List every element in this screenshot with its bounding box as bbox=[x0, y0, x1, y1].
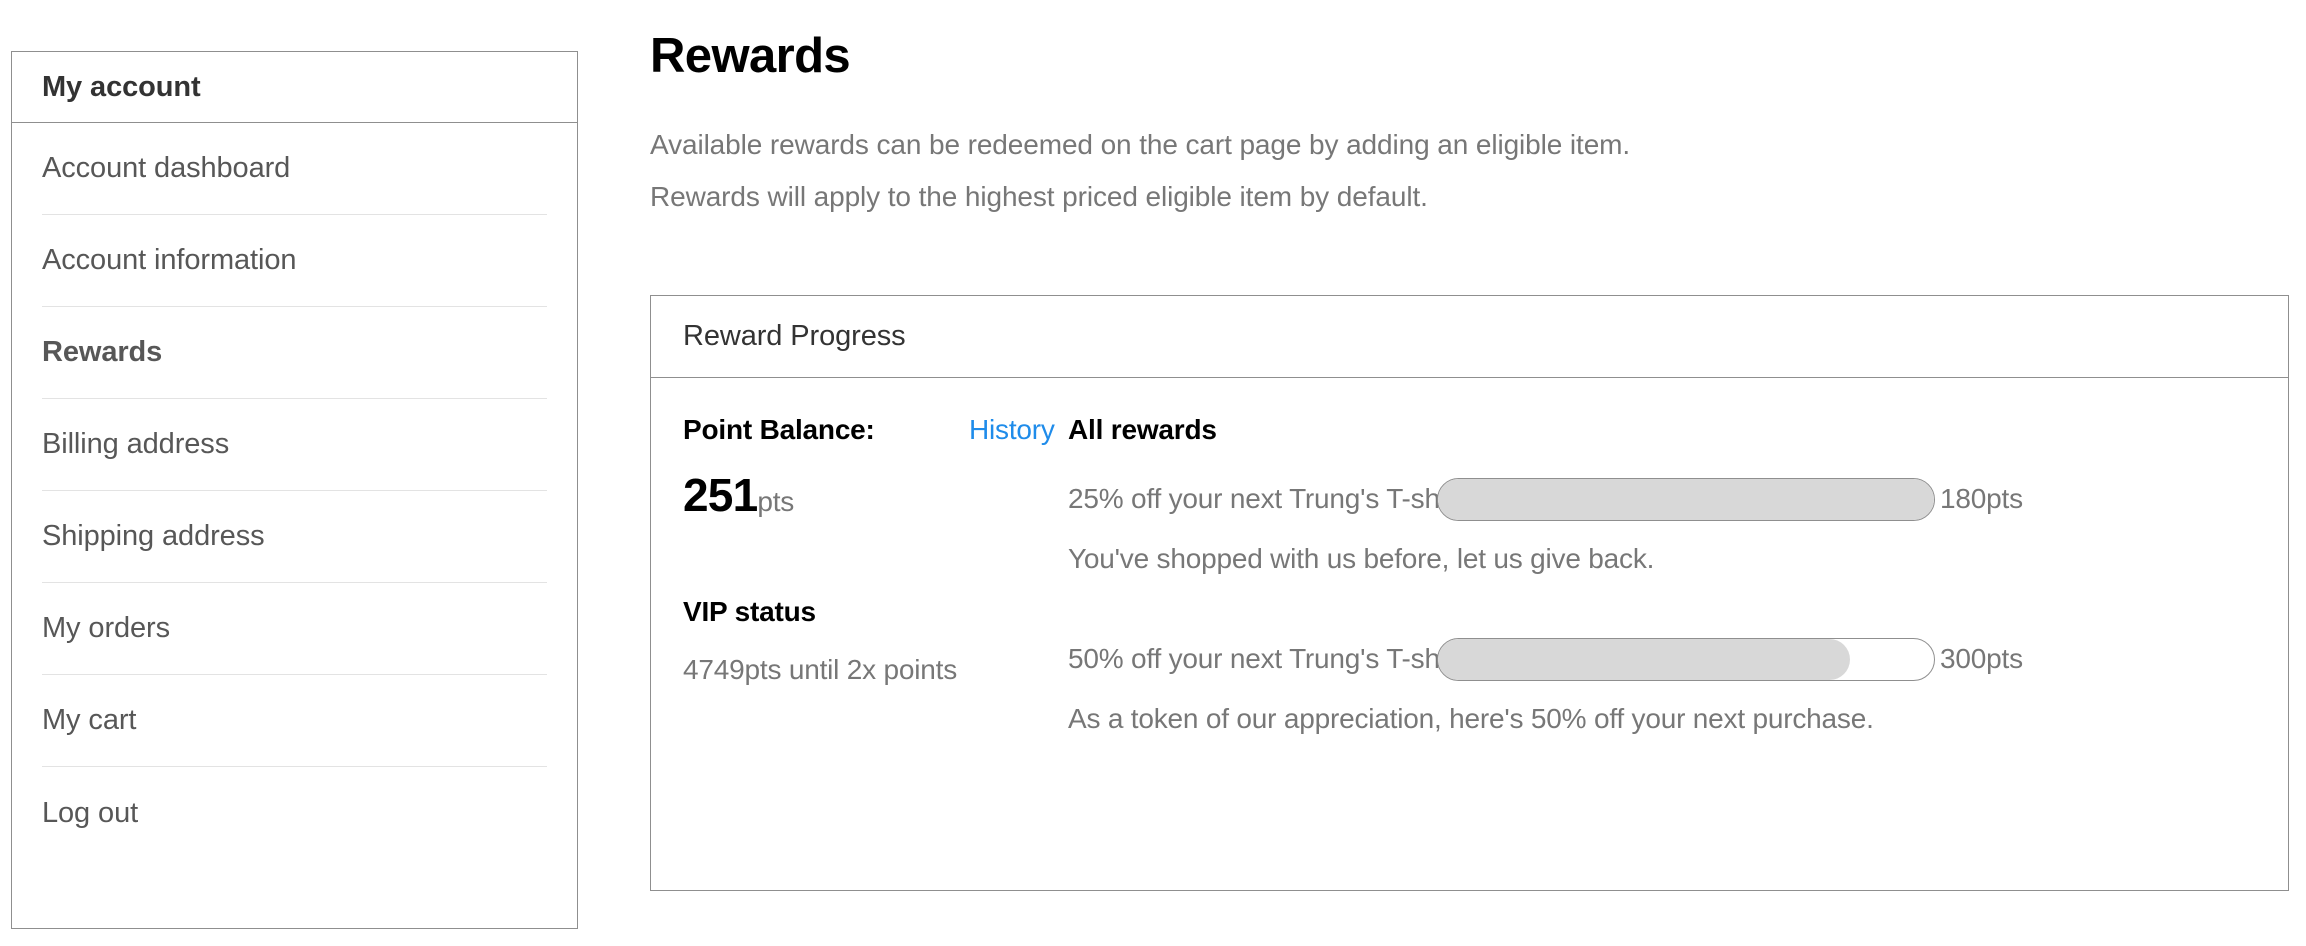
sidebar-item-my-orders[interactable]: My orders bbox=[42, 583, 547, 675]
sidebar-item-label: Account dashboard bbox=[42, 152, 291, 184]
all-rewards-column: All rewards 25% off your next Trung's T-… bbox=[1068, 378, 2288, 735]
sidebar-nav: Account dashboard Account information Re… bbox=[12, 123, 577, 859]
reward-progress-bar[interactable] bbox=[1437, 477, 1935, 521]
reward-points-label: 300pts bbox=[1940, 643, 2023, 674]
reward-item-main: 50% off your next Trung's T-shirt! 300pt… bbox=[1068, 637, 2288, 681]
vip-status-title: VIP status bbox=[683, 596, 816, 627]
all-rewards-label: All rewards bbox=[1068, 414, 1217, 445]
sidebar-item-account-information[interactable]: Account information bbox=[42, 215, 547, 307]
reward-progress-header: Reward Progress bbox=[651, 296, 2288, 378]
sidebar-item-shipping-address[interactable]: Shipping address bbox=[42, 491, 547, 583]
sidebar-item-label: Log out bbox=[42, 796, 139, 829]
reward-points-label: 180pts bbox=[1940, 483, 2023, 514]
sidebar-item-label: Shipping address bbox=[42, 520, 265, 552]
reward-item-name: 50% off your next Trung's T-shirt! bbox=[1068, 643, 1471, 674]
reward-progress-panel: Reward Progress Point Balance: 251pts VI… bbox=[650, 295, 2289, 891]
reward-progress-fill bbox=[1438, 638, 1850, 680]
sidebar-item-label: My orders bbox=[42, 612, 171, 644]
reward-progress-bar[interactable] bbox=[1437, 637, 1935, 681]
history-link[interactable]: History bbox=[969, 414, 1055, 446]
reward-item-description: You've shopped with us before, let us gi… bbox=[1068, 543, 1655, 574]
intro-text: Available rewards can be redeemed on the… bbox=[650, 128, 2290, 215]
reward-item: 25% off your next Trung's T-shirt 180pts… bbox=[1068, 477, 2288, 575]
intro-line-2: Rewards will apply to the highest priced… bbox=[650, 181, 1428, 213]
reward-progress-fill bbox=[1438, 478, 1934, 520]
sidebar-item-rewards[interactable]: Rewards bbox=[42, 307, 547, 399]
sidebar-item-billing-address[interactable]: Billing address bbox=[42, 399, 547, 491]
point-balance-value: 251pts bbox=[683, 468, 963, 522]
sidebar-header: My account bbox=[12, 52, 577, 123]
intro-line-1: Available rewards can be redeemed on the… bbox=[650, 128, 1631, 160]
sidebar-title: My account bbox=[42, 70, 201, 103]
sidebar-item-label: My cart bbox=[42, 704, 137, 736]
reward-item-main: 25% off your next Trung's T-shirt 180pts bbox=[1068, 477, 2288, 521]
point-balance-column: Point Balance: 251pts VIP status 4749pts… bbox=[683, 378, 963, 686]
reward-item-name: 25% off your next Trung's T-shirt bbox=[1068, 483, 1463, 514]
sidebar-item-account-dashboard[interactable]: Account dashboard bbox=[42, 123, 547, 215]
point-balance-number: 251 bbox=[683, 469, 758, 521]
page-title: Rewards bbox=[650, 29, 851, 83]
sidebar-item-label: Account information bbox=[42, 244, 297, 276]
reward-item: 50% off your next Trung's T-shirt! 300pt… bbox=[1068, 637, 2288, 735]
vip-status-subtitle: 4749pts until 2x points bbox=[683, 654, 958, 685]
sidebar-item-log-out[interactable]: Log out bbox=[42, 767, 547, 859]
account-sidebar: My account Account dashboard Account inf… bbox=[11, 51, 578, 929]
reward-item-description: As a token of our appreciation, here's 5… bbox=[1068, 703, 1874, 734]
reward-item-progress: 300pts bbox=[1437, 637, 2023, 681]
sidebar-item-label: Rewards bbox=[42, 336, 163, 368]
sidebar-item-label: Billing address bbox=[42, 428, 230, 460]
point-balance-unit: pts bbox=[757, 486, 795, 517]
sidebar-item-my-cart[interactable]: My cart bbox=[42, 675, 547, 767]
reward-progress-title: Reward Progress bbox=[683, 320, 906, 352]
point-balance-label: Point Balance: bbox=[683, 414, 875, 445]
reward-progress-body: Point Balance: 251pts VIP status 4749pts… bbox=[651, 378, 2288, 890]
main-content: Rewards Available rewards can be redeeme… bbox=[650, 0, 2290, 215]
reward-item-progress: 180pts bbox=[1437, 477, 2023, 521]
